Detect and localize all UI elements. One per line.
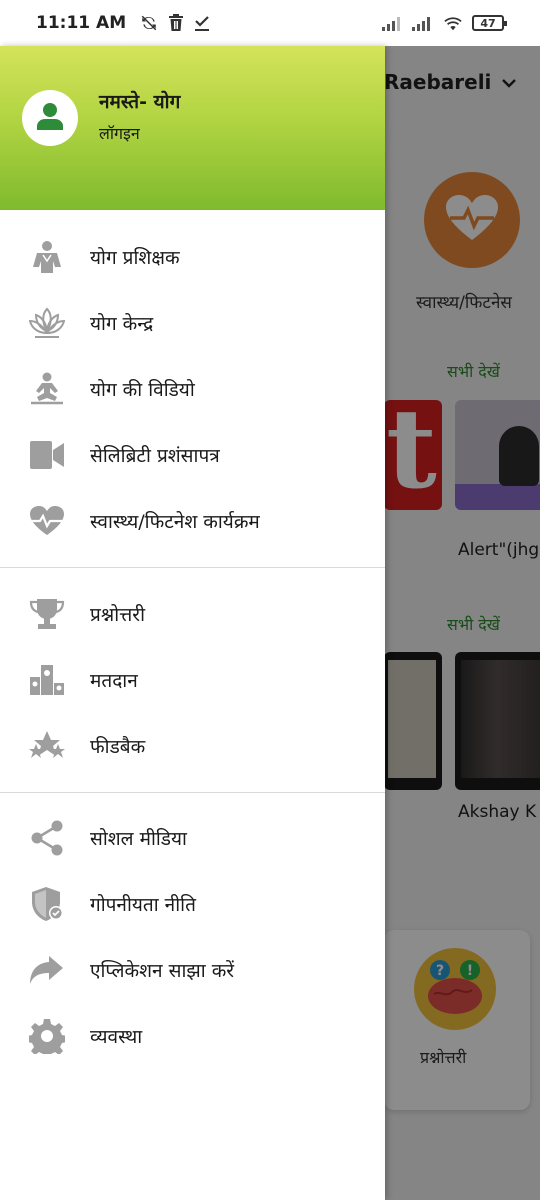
menu-item-feedback[interactable]: फीडबैक — [0, 713, 385, 779]
menu-item-quiz[interactable]: प्रश्नोत्तरी — [0, 581, 385, 647]
battery-level: 47 — [480, 16, 496, 30]
menu-item-label: प्रश्नोत्तरी — [90, 604, 145, 626]
forward-arrow-icon — [28, 951, 66, 989]
menu-item-celebrity-testimonial[interactable]: सेलिब्रिटी प्रशंसापत्र — [0, 422, 385, 488]
share-icon — [28, 819, 66, 857]
download-done-icon — [194, 14, 210, 32]
user-icon — [37, 102, 63, 134]
menu-section-settings: सोशल मीडिया गोपनीयता नीति एप्लिकेशन साझा… — [0, 793, 385, 1069]
navigation-drawer: नमस्ते- योग लॉगइन योग प्रशिक्षक योग केन्… — [0, 46, 385, 1200]
avatar[interactable] — [22, 90, 78, 146]
menu-item-label: स्वास्थ्य/फिटनेश कार्यक्रम — [90, 511, 260, 533]
menu-item-label: योग केन्द्र — [90, 313, 154, 335]
meditation-icon — [28, 370, 66, 408]
stars-icon — [28, 727, 66, 765]
menu-item-health-fitness[interactable]: स्वास्थ्य/फिटनेश कार्यक्रम — [0, 488, 385, 554]
battery-icon: 47 — [472, 15, 507, 31]
menu-item-label: मतदान — [90, 670, 138, 692]
menu-item-yoga-center[interactable]: योग केन्द्र — [0, 290, 385, 356]
status-time: 11:11 AM — [36, 13, 127, 33]
trash-icon — [168, 14, 184, 32]
drawer-header: नमस्ते- योग लॉगइन — [0, 46, 385, 210]
shield-check-icon — [28, 885, 66, 923]
status-bar: 11:11 AM 47 — [0, 0, 540, 46]
menu-item-social-media[interactable]: सोशल मीडिया — [0, 805, 385, 871]
menu-section-engage: प्रश्नोत्तरी मतदान फीडबैक — [0, 568, 385, 792]
signal-icon-2 — [412, 15, 434, 31]
menu-item-label: व्यवस्था — [90, 1026, 143, 1048]
menu-item-label: योग प्रशिक्षक — [90, 247, 180, 269]
video-camera-icon — [28, 436, 66, 474]
menu-item-yoga-trainer[interactable]: योग प्रशिक्षक — [0, 224, 385, 290]
trainer-icon — [28, 238, 66, 276]
menu-item-label: एप्लिकेशन साझा करें — [90, 960, 235, 982]
poll-icon — [28, 661, 66, 699]
menu-item-settings[interactable]: व्यवस्था — [0, 1003, 385, 1069]
menu-item-label: सोशल मीडिया — [90, 828, 187, 850]
menu-item-share-app[interactable]: एप्लिकेशन साझा करें — [0, 937, 385, 1003]
sync-off-icon — [140, 14, 158, 32]
login-link[interactable]: लॉगइन — [99, 122, 140, 144]
menu-item-yoga-video[interactable]: योग की विडियो — [0, 356, 385, 422]
menu-item-label: फीडबैक — [90, 736, 146, 758]
menu-section-main: योग प्रशिक्षक योग केन्द्र योग की विडियो … — [0, 210, 385, 567]
menu-item-poll[interactable]: मतदान — [0, 647, 385, 713]
wifi-icon — [442, 14, 464, 32]
menu-item-label: सेलिब्रिटी प्रशंसापत्र — [90, 445, 220, 467]
heartbeat-icon — [28, 502, 66, 540]
lotus-icon — [28, 304, 66, 342]
gear-icon — [28, 1017, 66, 1055]
menu-item-label: गोपनीयता नीति — [90, 894, 196, 916]
menu-item-label: योग की विडियो — [90, 379, 195, 401]
menu-item-privacy-policy[interactable]: गोपनीयता नीति — [0, 871, 385, 937]
greeting-text: नमस्ते- योग — [99, 91, 181, 113]
trophy-icon — [28, 595, 66, 633]
signal-icon-1 — [382, 15, 404, 31]
